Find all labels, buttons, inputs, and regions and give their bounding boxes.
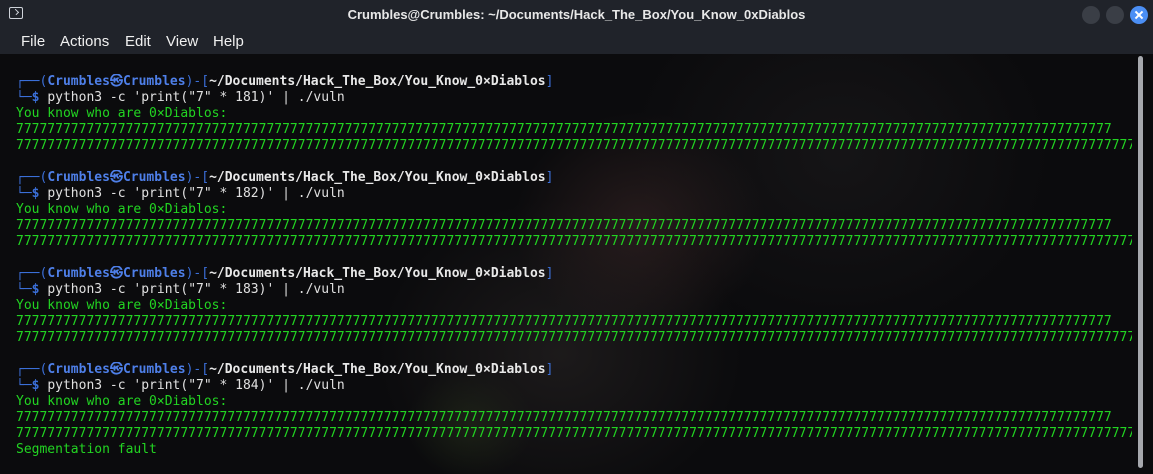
menu-bar: File Actions Edit View Help: [0, 30, 1153, 54]
output-line: You know who are 0×Diablos:: [16, 298, 228, 313]
terminal-content: ┌──(Crumbles㉿Crumbles)-[~/Documents/Hack…: [16, 74, 1132, 458]
command-text: python3 -c 'print("7" * 184)' | ./vuln: [47, 378, 345, 393]
prompt-header: ┌──(Crumbles㉿Crumbles)-[~/Documents/Hack…: [16, 362, 554, 377]
terminal-window: Crumbles@Crumbles: ~/Documents/Hack_The_…: [0, 0, 1153, 474]
title-bar[interactable]: Crumbles@Crumbles: ~/Documents/Hack_The_…: [0, 0, 1153, 30]
minimize-button[interactable]: [1082, 6, 1100, 24]
prompt-header: ┌──(Crumbles㉿Crumbles)-[~/Documents/Hack…: [16, 266, 554, 281]
segfault-message: Segmentation fault: [16, 442, 157, 457]
close-button[interactable]: [1130, 6, 1148, 24]
prompt-command-line: └─$ python3 -c 'print("7" * 184)' | ./vu…: [16, 378, 345, 393]
output-line: You know who are 0×Diablos:: [16, 202, 228, 217]
prompt-command-line: └─$ python3 -c 'print("7" * 183)' | ./vu…: [16, 282, 345, 297]
menu-help[interactable]: Help: [213, 33, 244, 50]
command-text: python3 -c 'print("7" * 182)' | ./vuln: [47, 186, 345, 201]
output-line: 7777777777777777777777777777777777777777…: [16, 218, 1112, 233]
prompt-header: ┌──(Crumbles㉿Crumbles)-[~/Documents/Hack…: [16, 170, 554, 185]
command-text: python3 -c 'print("7" * 181)' | ./vuln: [47, 90, 345, 105]
prompt-command-line: └─$ python3 -c 'print("7" * 181)' | ./vu…: [16, 90, 345, 105]
menu-actions[interactable]: Actions: [60, 33, 109, 50]
scrollbar[interactable]: [1138, 56, 1143, 468]
output-line: You know who are 0×Diablos:: [16, 106, 228, 121]
output-line: 7777777777777777777777777777777777777777…: [16, 314, 1112, 329]
maximize-button[interactable]: [1106, 6, 1124, 24]
output-line: 7777777777777777777777777777777777777777…: [16, 234, 1132, 249]
terminal-output-area[interactable]: ┌──(Crumbles㉿Crumbles)-[~/Documents/Hack…: [0, 54, 1153, 474]
menu-file[interactable]: File: [21, 33, 45, 50]
output-line: 7777777777777777777777777777777777777777…: [16, 138, 1132, 153]
menu-view[interactable]: View: [166, 33, 198, 50]
output-line: 7777777777777777777777777777777777777777…: [16, 410, 1112, 425]
window-title: Crumbles@Crumbles: ~/Documents/Hack_The_…: [347, 7, 806, 22]
menu-edit[interactable]: Edit: [125, 33, 151, 50]
output-line: 7777777777777777777777777777777777777777…: [16, 426, 1132, 441]
output-line: 7777777777777777777777777777777777777777…: [16, 122, 1112, 137]
output-line: You know who are 0×Diablos:: [16, 394, 228, 409]
prompt-header: ┌──(Crumbles㉿Crumbles)-[~/Documents/Hack…: [16, 74, 554, 89]
prompt-command-line: └─$ python3 -c 'print("7" * 182)' | ./vu…: [16, 186, 345, 201]
output-line: 7777777777777777777777777777777777777777…: [16, 330, 1132, 345]
command-text: python3 -c 'print("7" * 183)' | ./vuln: [47, 282, 345, 297]
